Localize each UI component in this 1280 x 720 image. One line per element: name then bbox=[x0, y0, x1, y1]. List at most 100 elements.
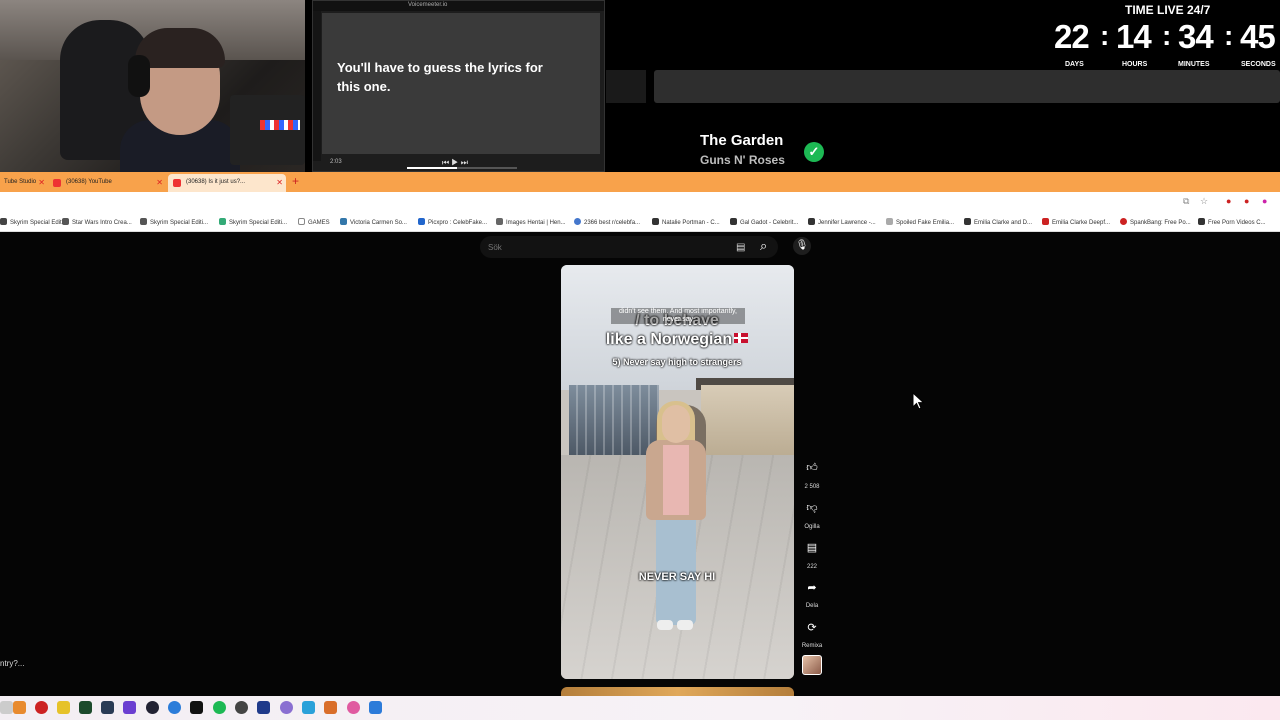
dislike-label: Ogilla bbox=[804, 524, 820, 530]
bookmark-icon bbox=[730, 218, 737, 225]
star-icon[interactable]: ☆ bbox=[1200, 196, 1208, 207]
taskbar-app-icon[interactable] bbox=[235, 701, 248, 714]
taskbar-app-icon[interactable] bbox=[123, 701, 136, 714]
bookmark-icon bbox=[219, 218, 226, 225]
timer-days-label: DAYS bbox=[1065, 61, 1084, 68]
player-progress-fill bbox=[407, 167, 457, 169]
bookmark-icon bbox=[1042, 218, 1049, 225]
lyrics-window-sidebar bbox=[313, 11, 321, 161]
like-count: 2 508 bbox=[804, 484, 820, 490]
taskbar-app-icon[interactable] bbox=[35, 701, 48, 714]
taskbar-app-icon[interactable] bbox=[324, 701, 337, 714]
timer-hours-label: HOURS bbox=[1122, 61, 1148, 68]
taskbar-app-icon[interactable] bbox=[168, 701, 181, 714]
share-icon[interactable]: ➦ bbox=[802, 578, 822, 598]
bookmark-item[interactable]: Images Hentai | Hen... bbox=[496, 218, 566, 226]
close-icon[interactable]: ✕ bbox=[156, 178, 163, 187]
timer-title: TIME LIVE 24/7 bbox=[1125, 3, 1211, 17]
song-artist: Guns N' Roses bbox=[700, 153, 785, 167]
video-overlay-subtitle: didn't see them. And most importantly, n… bbox=[611, 308, 745, 324]
extension-icon[interactable]: ● bbox=[1244, 196, 1249, 206]
extension-icon[interactable]: ● bbox=[1226, 196, 1231, 206]
bookmark-item[interactable]: Skyrim Special Editi... bbox=[140, 218, 208, 226]
stream-overlay: Voicemeeter.io You'll have to guess the … bbox=[0, 0, 1280, 172]
comment-count: 222 bbox=[806, 564, 817, 570]
dislike-icon[interactable]: 👎︎ bbox=[802, 498, 822, 518]
bookmark-item[interactable]: Spoiled Fake Emilia... bbox=[886, 218, 954, 226]
bookmark-icon bbox=[340, 218, 347, 225]
next-short-preview[interactable] bbox=[561, 687, 794, 696]
video-building bbox=[701, 385, 794, 463]
video-building bbox=[569, 385, 659, 460]
taskbar-app-icon[interactable] bbox=[101, 701, 114, 714]
spotify-icon[interactable] bbox=[213, 701, 226, 714]
lyrics-window-titlebar[interactable]: Voicemeeter.io bbox=[313, 1, 604, 11]
tab-label: Tube Studio bbox=[4, 179, 37, 185]
timer-seconds-label: SECONDS bbox=[1241, 61, 1276, 68]
close-icon[interactable]: ✕ bbox=[276, 178, 283, 187]
like-icon[interactable]: 👍︎ bbox=[802, 458, 822, 478]
comment-icon[interactable]: ▤ bbox=[802, 538, 822, 558]
bookmark-item[interactable]: Picxpro : CelebFake... bbox=[418, 218, 487, 226]
player-time: 2:03 bbox=[330, 159, 342, 165]
lyrics-panel: You'll have to guess the lyrics for this… bbox=[322, 13, 600, 154]
bookmark-item[interactable]: 2366 best r/celebfa... bbox=[574, 218, 640, 226]
taskbar-app-icon[interactable] bbox=[190, 701, 203, 714]
lyrics-window: Voicemeeter.io You'll have to guess the … bbox=[312, 0, 605, 172]
bookmark-icon bbox=[0, 218, 7, 225]
player-progress[interactable] bbox=[407, 167, 517, 169]
search-input[interactable] bbox=[488, 241, 728, 253]
bookmark-icon bbox=[496, 218, 503, 225]
bookmark-folder[interactable]: GAMES bbox=[298, 218, 330, 226]
norway-flag-icon bbox=[734, 333, 749, 343]
bookmark-item[interactable]: Free Porn Videos C... bbox=[1198, 218, 1266, 226]
youtube-icon bbox=[53, 179, 61, 187]
taskbar-app-icon[interactable] bbox=[369, 701, 382, 714]
folder-icon[interactable] bbox=[57, 701, 70, 714]
extension-icon[interactable]: ● bbox=[1262, 196, 1267, 206]
taskbar-app-icon[interactable] bbox=[280, 701, 293, 714]
overlay-panel-left bbox=[606, 70, 646, 103]
timer-seconds: 45 bbox=[1240, 18, 1276, 55]
taskbar-app-icon[interactable] bbox=[146, 701, 159, 714]
video-person-shoe bbox=[657, 620, 673, 630]
taskbar-app-icon[interactable] bbox=[302, 701, 315, 714]
bookmark-item[interactable]: SpankBang: Free Po... bbox=[1120, 218, 1191, 226]
search-box bbox=[480, 236, 778, 258]
bookmark-item[interactable]: Skyrim Special Editi... bbox=[219, 218, 287, 226]
bookmark-item[interactable]: Emilia Clarke and D... bbox=[964, 218, 1032, 226]
bookmark-item[interactable]: Victoria Carmen So... bbox=[340, 218, 407, 226]
mic-icon[interactable]: 🎙︎ bbox=[793, 237, 811, 255]
tab-tube-studio[interactable]: Tube Studio ✕ bbox=[0, 174, 48, 192]
tab-active-youtube[interactable]: (30638) Is it just us?... ✕ bbox=[168, 174, 286, 192]
taskbar-app-icon[interactable] bbox=[79, 701, 92, 714]
start-icon[interactable] bbox=[0, 701, 13, 714]
taskbar-app-icon[interactable] bbox=[257, 701, 270, 714]
close-icon[interactable]: ✕ bbox=[38, 178, 45, 187]
channel-avatar[interactable] bbox=[802, 655, 822, 675]
remix-icon[interactable]: ⟳ bbox=[802, 618, 822, 638]
lyrics-text: You'll have to guess the lyrics for this… bbox=[337, 60, 543, 94]
address-bar-row: ⧉ ☆ ● ● ● bbox=[0, 192, 1280, 212]
timer-minutes-label: MINUTES bbox=[1178, 61, 1210, 68]
bookmark-item[interactable]: Natalie Portman - C... bbox=[652, 218, 720, 226]
taskbar-app-icon[interactable] bbox=[13, 701, 26, 714]
webcam-feed bbox=[0, 0, 305, 172]
bookmarks-bar: Skyrim Special Editi... Star Wars Intro … bbox=[0, 212, 1280, 232]
bookmark-icon bbox=[1120, 218, 1127, 225]
bookmark-item[interactable]: Emilia Clarke Deepf... bbox=[1042, 218, 1110, 226]
tab-youtube[interactable]: (30638) YouTube ✕ bbox=[48, 174, 166, 192]
keyboard-icon[interactable]: ▤ bbox=[736, 242, 745, 253]
bookmark-item[interactable]: Skyrim Special Editi... bbox=[0, 218, 68, 226]
bookmark-item[interactable]: Star Wars Intro Crea... bbox=[62, 218, 132, 226]
bookmark-item[interactable]: Gal Gadot - Celebrit... bbox=[730, 218, 798, 226]
new-tab-button[interactable]: + bbox=[292, 174, 299, 188]
search-icon[interactable]: ⌕ bbox=[760, 238, 767, 254]
overlay-panel bbox=[654, 70, 1280, 103]
taskbar-app-icon[interactable] bbox=[347, 701, 360, 714]
youtube-icon bbox=[173, 179, 181, 187]
timer-colon: : bbox=[1224, 20, 1234, 51]
bookmark-item[interactable]: Jennifer Lawrence -... bbox=[808, 218, 876, 226]
share-label: Dela bbox=[805, 603, 819, 609]
screenshot-icon[interactable]: ⧉ bbox=[1183, 196, 1189, 207]
